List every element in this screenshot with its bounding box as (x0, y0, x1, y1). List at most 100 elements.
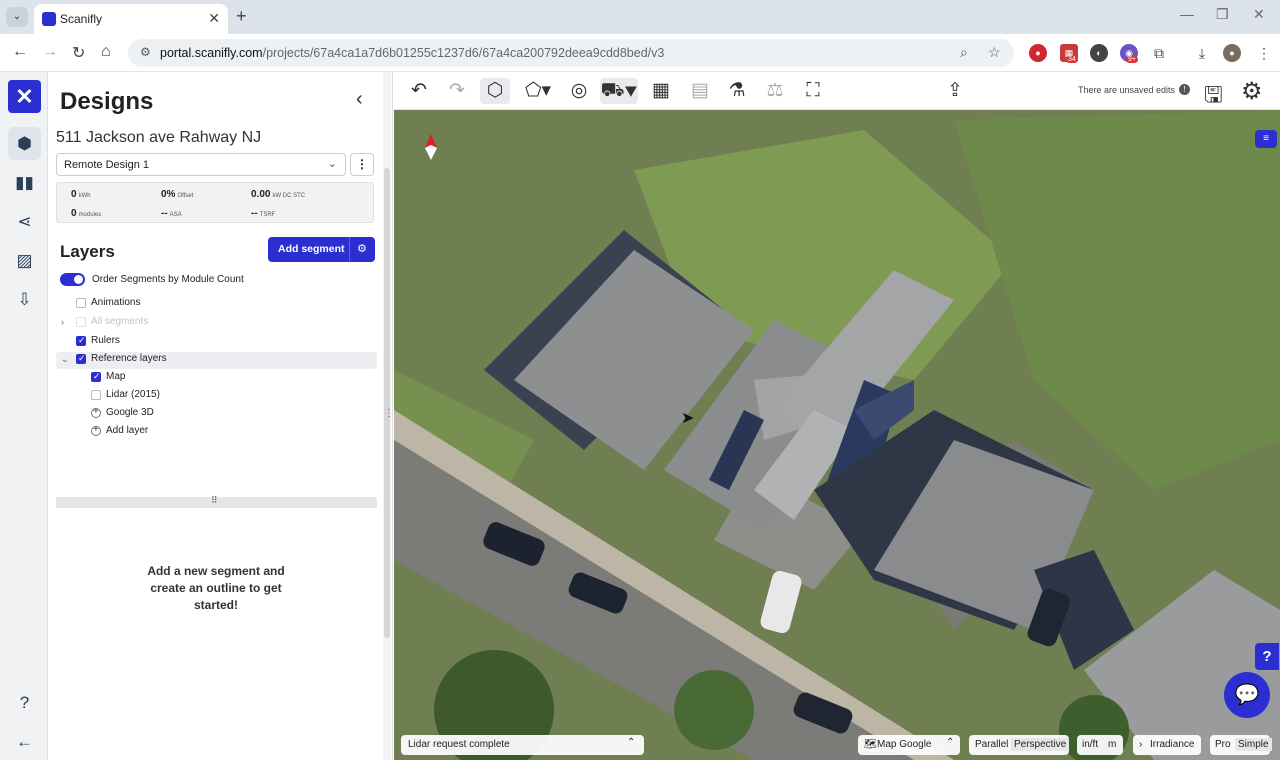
map-menu-icon[interactable]: ≡ (1255, 130, 1277, 148)
animations-checkbox[interactable] (76, 298, 86, 308)
lidar-status-bar[interactable]: Lidar request complete ⌃ (401, 735, 644, 755)
address-bar[interactable]: ⚙ portal.scanifly.com/projects/67a4ca1a7… (128, 39, 1014, 67)
redo-icon[interactable]: ↷ (442, 78, 472, 104)
compass-north-icon[interactable] (422, 134, 440, 160)
layers-title: Layers (60, 242, 115, 261)
minimize-window-icon[interactable]: — (1180, 6, 1194, 22)
balance-icon[interactable]: ⚖ (760, 78, 790, 104)
home-icon[interactable]: ⌂ (101, 43, 111, 61)
edit-grid-icon[interactable]: ▦ (646, 78, 676, 104)
profile-avatar-icon[interactable]: ● (1223, 44, 1241, 62)
tab-title: Scanifly (60, 12, 103, 26)
map-source-select[interactable]: 🗺 Map Google ⌃ (858, 735, 960, 755)
back-arrow-icon[interactable]: ← (8, 725, 41, 758)
chevron-down-icon: ⌄ (327, 158, 337, 170)
expand-chevron-icon[interactable]: › (61, 317, 64, 327)
close-window-icon[interactable]: ✕ (1253, 6, 1265, 23)
downloads-icon[interactable]: ⤓ (1193, 44, 1211, 62)
lidar-layer-checkbox[interactable] (91, 390, 101, 400)
help-circle-icon[interactable]: ? (8, 686, 41, 719)
shade-tool-icon[interactable]: ⚗ (722, 78, 752, 104)
zoom-icon[interactable]: ⌕ (960, 44, 968, 61)
parallel-option[interactable]: Parallel (975, 739, 1008, 750)
forward-icon[interactable]: → (42, 43, 58, 61)
order-segments-label: Order Segments by Module Count (92, 274, 244, 285)
panel-grid-icon[interactable]: ▤ (685, 78, 715, 104)
extension-gauge-icon[interactable]: ◐ (1090, 44, 1108, 62)
back-icon[interactable]: ← (12, 43, 28, 61)
bookmark-star-icon[interactable]: ☆ (988, 44, 1001, 61)
scrollbar-thumb[interactable] (384, 168, 390, 638)
map-layer-checkbox[interactable] (91, 371, 101, 382)
add-segment-button[interactable]: Add segment ⚙ (268, 237, 375, 262)
map-icon: 🗺 (864, 739, 877, 750)
restore-window-icon[interactable]: ❐ (1216, 6, 1229, 23)
url-text: portal.scanifly.com/projects/67a4ca1a7d6… (160, 46, 665, 60)
tab-search-button[interactable]: ⌄ (6, 7, 28, 27)
new-tab-button[interactable]: + (236, 6, 247, 27)
design-options-button[interactable]: ⋮ (350, 153, 374, 176)
design-select-value: Remote Design 1 (64, 159, 149, 171)
reference-layers-checkbox[interactable] (76, 353, 86, 364)
image-overlay-icon[interactable]: ⛶ (798, 78, 828, 104)
browser-tab[interactable]: Scanifly ✕ (34, 4, 228, 34)
image-gallery-icon[interactable]: ▨ (8, 244, 41, 277)
add-layer-icon[interactable] (91, 424, 101, 436)
help-question-button[interactable]: ? (1255, 643, 1279, 670)
project-name: 511 Jackson ave Rahway NJ (56, 129, 262, 146)
simple-option[interactable]: Simple (1235, 738, 1272, 751)
chevron-right-icon: › (1139, 739, 1143, 750)
undo-icon[interactable]: ↶ (404, 78, 434, 104)
irradiance-label: Irradiance (1150, 739, 1195, 750)
reference-layers-label: Reference layers (91, 353, 167, 364)
google3d-add-icon[interactable] (91, 406, 101, 418)
browser-menu-icon[interactable]: ⋮ (1255, 44, 1273, 62)
view-mode-toggle[interactable]: Parallel Perspective (969, 735, 1070, 755)
reload-icon[interactable]: ↻ (72, 43, 85, 63)
cube-view-icon[interactable]: ⬡ (480, 78, 510, 104)
settings-gear-icon[interactable]: ⚙ (1241, 77, 1263, 106)
close-tab-icon[interactable]: ✕ (208, 10, 220, 27)
units-toggle[interactable]: in/ft m (1077, 735, 1123, 755)
irradiance-toggle[interactable]: › Irradiance (1133, 735, 1201, 755)
scanifly-favicon-icon (42, 12, 56, 26)
units-m-option[interactable]: m (1108, 739, 1116, 750)
add-layer-label[interactable]: Add layer (106, 425, 148, 436)
chart-icon[interactable]: ▮▮ (8, 166, 41, 199)
rulers-label: Rulers (91, 335, 120, 346)
rulers-checkbox[interactable] (76, 335, 86, 346)
cart-tool-icon[interactable]: ⛟▾ (600, 78, 638, 104)
extensions-puzzle-icon[interactable]: ⧉ (1150, 44, 1168, 62)
extension-red-icon[interactable]: ● (1029, 44, 1047, 62)
measure-target-icon[interactable]: ◎ (564, 78, 594, 104)
panel-resize-handle[interactable]: ⠿ (56, 495, 377, 508)
all-segments-checkbox[interactable] (76, 317, 86, 327)
design-stats: 0 kWh 0% Offset 0.00 kW DC STC 0 modules -- A… (56, 182, 374, 223)
map-layer-label: Map (106, 371, 126, 382)
satellite-imagery (394, 110, 1280, 760)
cube-3d-icon[interactable]: ⬢ (8, 127, 41, 160)
all-segments-label: All segments (91, 316, 149, 327)
download-tray-icon[interactable]: ⇩ (8, 283, 41, 316)
collapse-chevron-icon[interactable]: ⌄ (61, 354, 69, 365)
chat-bubble-icon[interactable]: 💬 (1224, 672, 1270, 718)
draw-polygon-icon[interactable]: ⬠▾ (520, 78, 556, 104)
satellite-map[interactable] (394, 110, 1280, 760)
share-icon[interactable]: ⋖ (8, 205, 41, 238)
collapse-panel-icon[interactable]: ‹ (356, 88, 363, 111)
segment-settings-icon[interactable]: ⚙ (357, 242, 367, 255)
mouse-cursor-icon: ➤ (681, 410, 695, 427)
units-inft-option[interactable]: in/ft (1082, 739, 1098, 750)
stat-tsrf: -- TSRF (251, 208, 276, 219)
pro-option[interactable]: Pro (1215, 739, 1231, 750)
pro-simple-toggle[interactable]: Pro Simple (1210, 735, 1272, 755)
chevron-up-icon[interactable]: ⌃ (627, 737, 635, 748)
stat-offset: 0% Offset (161, 189, 194, 200)
site-info-icon[interactable]: ⚙ (140, 45, 151, 59)
design-select[interactable]: Remote Design 1 ⌄ (56, 153, 346, 176)
export-upload-icon[interactable]: ⇪ (940, 78, 970, 104)
perspective-option[interactable]: Perspective (1011, 738, 1070, 751)
scanifly-logo-icon[interactable]: ✕ (8, 80, 41, 113)
order-segments-toggle[interactable] (60, 273, 85, 286)
info-icon[interactable]: ! (1179, 84, 1190, 95)
